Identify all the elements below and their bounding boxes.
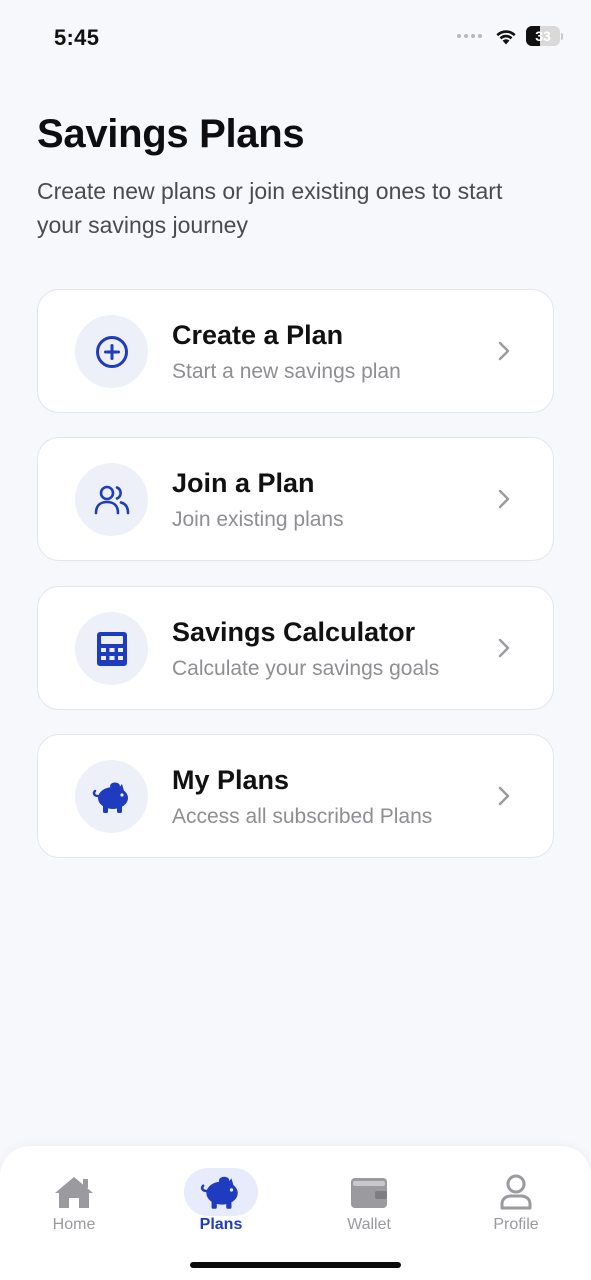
nav-item-home[interactable]: Home bbox=[19, 1168, 129, 1234]
chevron-right-icon bbox=[498, 638, 510, 658]
status-bar: 5:45 33 bbox=[0, 0, 591, 76]
home-icon bbox=[55, 1177, 93, 1208]
page-subtitle: Create new plans or join existing ones t… bbox=[37, 178, 503, 238]
chevron-right-icon bbox=[498, 786, 510, 806]
status-icons: 33 bbox=[457, 26, 563, 46]
nav-label: Plans bbox=[199, 1216, 243, 1233]
bottom-nav: Home Plans Wallet Profile bbox=[0, 1146, 591, 1280]
card-title: Join a Plan bbox=[172, 468, 315, 498]
piggy-bank-icon bbox=[200, 1176, 238, 1209]
card-icon-background bbox=[75, 315, 148, 388]
card-description: Join existing plans bbox=[172, 508, 344, 531]
my-plans-card[interactable]: My Plans Access all subscribed Plans bbox=[37, 734, 554, 858]
card-title: Create a Plan bbox=[172, 320, 344, 350]
savings-plans-screen: 5:45 33 Savings Plans Create new plans o… bbox=[0, 0, 591, 1280]
nav-item-plans[interactable]: Plans bbox=[166, 1168, 276, 1234]
nav-label: Wallet bbox=[347, 1216, 391, 1233]
status-time: 5:45 bbox=[54, 25, 100, 50]
savings-calculator-card[interactable]: Savings Calculator Calculate your saving… bbox=[37, 586, 554, 710]
battery-level: 33 bbox=[535, 28, 551, 44]
wifi-icon bbox=[496, 30, 516, 45]
card-icon-background bbox=[75, 760, 148, 833]
create-plan-card[interactable]: Create a Plan Start a new savings plan bbox=[37, 289, 554, 413]
page-title: Savings Plans bbox=[37, 112, 305, 156]
piggy-bank-icon bbox=[92, 782, 128, 813]
nav-icon-container bbox=[332, 1168, 406, 1216]
wallet-icon bbox=[351, 1178, 387, 1208]
user-icon bbox=[500, 1174, 532, 1210]
card-icon-background bbox=[75, 612, 148, 685]
users-icon bbox=[94, 485, 129, 514]
nav-item-wallet[interactable]: Wallet bbox=[314, 1168, 424, 1234]
card-description: Start a new savings plan bbox=[172, 360, 401, 383]
card-title: My Plans bbox=[172, 765, 290, 795]
nav-label: Home bbox=[52, 1216, 96, 1233]
join-plan-card[interactable]: Join a Plan Join existing plans bbox=[37, 437, 554, 561]
card-title: Savings Calculator bbox=[172, 617, 416, 647]
nav-item-profile[interactable]: Profile bbox=[461, 1168, 571, 1234]
card-description: Access all subscribed Plans bbox=[172, 805, 433, 828]
card-icon-background bbox=[75, 463, 148, 536]
signal-dots-icon bbox=[457, 34, 482, 38]
chevron-right-icon bbox=[498, 341, 510, 361]
card-description: Calculate your savings goals bbox=[172, 657, 440, 680]
nav-icon-container bbox=[184, 1168, 258, 1216]
nav-icon-container bbox=[479, 1168, 553, 1216]
battery-icon: 33 bbox=[526, 26, 563, 46]
home-indicator bbox=[190, 1262, 401, 1268]
plus-circle-icon bbox=[95, 335, 128, 368]
nav-label: Profile bbox=[493, 1216, 539, 1233]
chevron-right-icon bbox=[498, 489, 510, 509]
nav-icon-container bbox=[37, 1168, 111, 1216]
calculator-icon bbox=[96, 631, 127, 666]
